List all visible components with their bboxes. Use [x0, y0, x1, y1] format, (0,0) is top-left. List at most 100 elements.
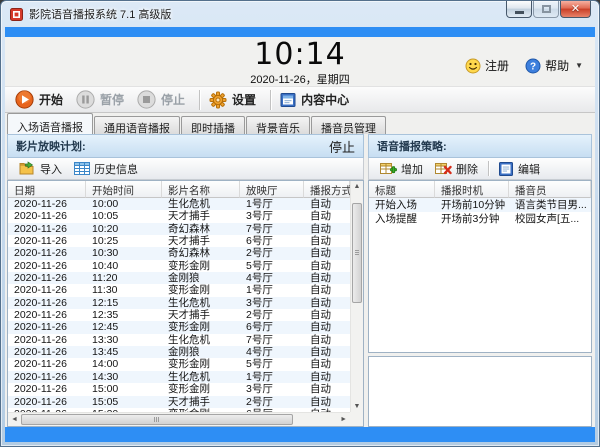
minimize-icon — [514, 11, 524, 14]
pause-button[interactable]: 暂停 — [72, 88, 133, 111]
stop-label: 停止 — [161, 93, 186, 107]
table-cell: 2020-11-26 — [14, 272, 67, 285]
table-cell: 自动 — [310, 333, 331, 346]
schedule-status: 停止 — [328, 139, 355, 155]
table-cell: 7号厅 — [246, 333, 273, 346]
table-row[interactable]: 2020-11-26 13:45 金刚狼 4号厅 自动 — [8, 346, 350, 359]
scroll-right-icon[interactable]: ► — [340, 416, 347, 423]
column-header-start-time[interactable]: 开始时间 — [86, 181, 162, 198]
table-row[interactable]: 2020-11-26 10:20 奇幻森林 7号厅 自动 — [8, 222, 350, 236]
table-cell: 天才捕手 — [168, 309, 210, 322]
help-icon: ? — [525, 58, 541, 73]
table-cell: 1号厅 — [246, 370, 273, 383]
table-row[interactable]: 2020-11-26 11:20 金刚狼 4号厅 自动 — [8, 272, 350, 285]
table-row[interactable]: 2020-11-26 10:00 生化危机 1号厅 自动 — [8, 198, 350, 211]
table-cell: 15:05 — [92, 395, 119, 408]
column-header-timing[interactable]: 播报时机 — [435, 181, 509, 198]
help-button[interactable]: ? 帮助 ▼ — [525, 57, 583, 74]
strategy-panel-header: 语音播报策略: — [368, 134, 592, 158]
table-row[interactable]: 2020-11-26 11:30 变形金刚 1号厅 自动 — [8, 284, 350, 297]
thumb-grip — [355, 250, 359, 255]
close-button[interactable]: ✕ — [560, 1, 591, 18]
edit-button[interactable]: 编辑 — [493, 160, 546, 178]
column-header-film-name[interactable]: 影片名称 — [162, 181, 240, 198]
delete-button[interactable]: 删除 — [429, 160, 484, 178]
start-button[interactable]: 开始 — [11, 88, 72, 111]
table-cell: 2020-11-26 — [14, 247, 67, 260]
table-cell: 天才捕手 — [168, 395, 210, 408]
tab-entrance-voice[interactable]: 入场语音播报 — [7, 113, 93, 134]
column-header-broadcast-mode[interactable]: 播报方式 — [304, 181, 350, 198]
table-row[interactable]: 2020-11-26 14:00 变形金刚 5号厅 自动 — [8, 358, 350, 371]
table-cell: 1号厅 — [246, 198, 273, 210]
maximize-button[interactable] — [533, 1, 559, 18]
smiley-icon — [465, 58, 481, 73]
table-row[interactable]: 开始入场 开场前10分钟 语言类节目男... — [369, 198, 591, 212]
horizontal-scrollbar[interactable]: ◄ ► — [8, 412, 350, 426]
vertical-scroll-thumb[interactable] — [352, 203, 362, 303]
scroll-up-icon[interactable]: ▲ — [351, 183, 363, 190]
strategy-table-header: 标题 播报时机 播音员 — [369, 181, 591, 198]
stop-button[interactable]: 停止 — [133, 88, 194, 111]
table-row[interactable]: 2020-11-26 14:30 生化危机 1号厅 自动 — [8, 370, 350, 384]
schedule-panel-header: 影片放映计划: 停止 — [7, 134, 364, 158]
table-cell: 奇幻森林 — [168, 222, 210, 235]
content-center-button[interactable]: 内容中心 — [276, 89, 358, 110]
tab-background-music[interactable]: 背景音乐 — [246, 116, 310, 135]
table-cell: 2号厅 — [246, 247, 273, 260]
folder-import-icon — [19, 161, 34, 175]
history-button[interactable]: 历史信息 — [68, 160, 144, 178]
table-cell: 2020-11-26 — [14, 210, 67, 223]
table-row[interactable]: 2020-11-26 15:05 天才捕手 2号厅 自动 — [8, 395, 350, 408]
help-dropdown-icon: ▼ — [575, 61, 583, 70]
add-icon — [380, 162, 397, 174]
tab-general-voice[interactable]: 通用语音播报 — [94, 116, 180, 135]
column-header-hall[interactable]: 放映厅 — [240, 181, 304, 198]
settings-button[interactable]: 设置 — [205, 89, 265, 111]
import-button[interactable]: 导入 — [13, 160, 68, 178]
column-header-title[interactable]: 标题 — [369, 181, 435, 198]
column-header-announcer[interactable]: 播音员 — [509, 181, 591, 198]
table-cell: 自动 — [310, 272, 331, 285]
register-button[interactable]: 注册 — [465, 57, 509, 74]
titlebar: 影院语音播报系统 7.1 高级版 ✕ — [1, 1, 599, 27]
table-cell: 奇幻森林 — [168, 247, 210, 260]
table-cell: 1号厅 — [246, 284, 273, 297]
horizontal-scroll-thumb[interactable] — [21, 414, 293, 425]
table-row[interactable]: 2020-11-26 10:25 天才捕手 6号厅 自动 — [8, 235, 350, 248]
scroll-left-icon[interactable]: ◄ — [11, 416, 18, 423]
table-row[interactable]: 2020-11-26 13:30 生化危机 7号厅 自动 — [8, 333, 350, 347]
table-cell: 自动 — [310, 296, 331, 309]
minimize-button[interactable] — [506, 1, 532, 18]
table-cell: 自动 — [310, 358, 331, 371]
table-row[interactable]: 2020-11-26 12:35 天才捕手 2号厅 自动 — [8, 309, 350, 322]
tab-instant-insert[interactable]: 即时插播 — [181, 116, 245, 135]
table-row[interactable]: 入场提醒 开场前3分钟 校园女声[五... — [369, 212, 591, 226]
table-cell: 生化危机 — [168, 370, 210, 383]
tab-announcer-management[interactable]: 播音员管理 — [311, 116, 386, 135]
add-button[interactable]: 增加 — [374, 160, 429, 178]
table-cell: 自动 — [310, 346, 331, 359]
table-row[interactable]: 2020-11-26 10:05 天才捕手 3号厅 自动 — [8, 210, 350, 223]
table-row[interactable]: 2020-11-26 12:15 生化危机 3号厅 自动 — [8, 296, 350, 310]
account-links: 注册 ? 帮助 ▼ — [465, 57, 583, 74]
scroll-down-icon[interactable]: ▼ — [351, 403, 363, 410]
table-row[interactable]: 2020-11-26 10:30 奇幻森林 2号厅 自动 — [8, 247, 350, 260]
table-cell: 2020-11-26 — [14, 235, 67, 248]
toolbar-separator — [199, 89, 201, 110]
help-label: 帮助 — [545, 59, 570, 73]
schedule-table-viewport: 日期 开始时间 影片名称 放映厅 播报方式 2020-11-26 10:00 生… — [8, 181, 350, 412]
table-cell: 11:20 — [92, 272, 118, 285]
table-cell: 2020-11-26 — [14, 358, 67, 371]
table-row[interactable]: 2020-11-26 15:00 变形金刚 3号厅 自动 — [8, 383, 350, 396]
strategy-table: 标题 播报时机 播音员 开始入场 开场前10分钟 语言类节目男... 入场提醒 — [368, 180, 592, 353]
table-row[interactable]: 2020-11-26 10:40 变形金刚 5号厅 自动 — [8, 259, 350, 273]
column-header-date[interactable]: 日期 — [8, 181, 86, 198]
table-cell: 5号厅 — [246, 259, 273, 272]
window-controls: ✕ — [505, 1, 591, 18]
table-cell: 3号厅 — [246, 296, 273, 309]
client-area: 10:14 2020-11-26，星期四 注册 ? 帮助 ▼ 开始 暂停 停止 … — [5, 27, 595, 442]
vertical-scrollbar[interactable]: ▲ ▼ — [350, 181, 363, 412]
table-row[interactable]: 2020-11-26 12:45 变形金刚 6号厅 自动 — [8, 321, 350, 334]
table-cell: 入场提醒 — [375, 213, 417, 225]
